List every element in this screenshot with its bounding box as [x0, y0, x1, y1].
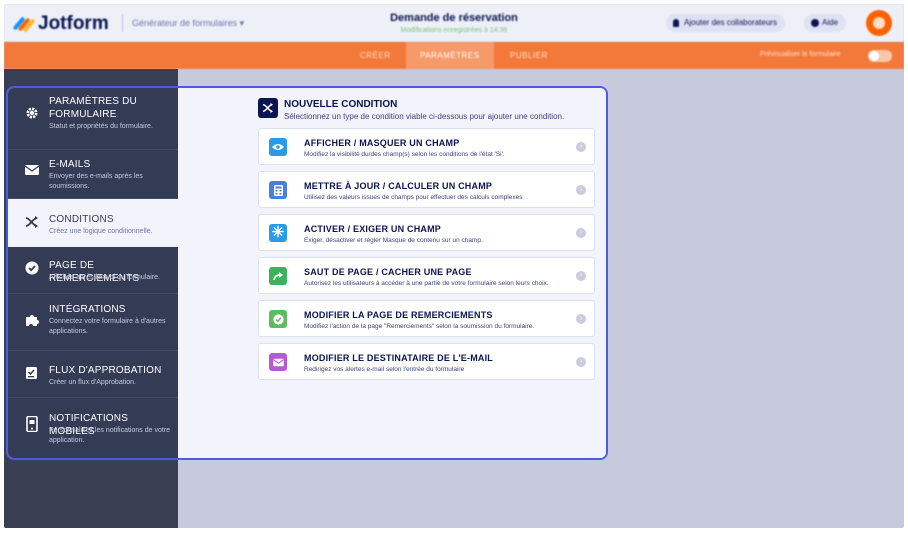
builder-label: Générateur de formulaires — [132, 18, 238, 28]
mobile-icon — [24, 415, 40, 433]
new-condition-title: NOUVELLE CONDITION — [284, 99, 398, 110]
chevron-right-icon: › — [576, 271, 586, 281]
shuffle-icon — [24, 216, 40, 232]
menu-item-conditions[interactable]: CONDITIONS Créez une logique conditionne… — [8, 199, 178, 247]
skip-arrow-icon — [269, 267, 287, 285]
eye-icon — [269, 138, 287, 156]
chevron-right-icon: › — [576, 228, 586, 238]
menu-item-integrations[interactable]: INTÉGRATIONS Connectez votre formulaire … — [8, 294, 178, 351]
conditions-content: NOUVELLE CONDITION Sélectionnez un type … — [178, 88, 606, 458]
condition-change-email-recipient[interactable]: MODIFIER LE DESTINATAIRE DE L'E-MAIL Red… — [258, 343, 595, 380]
menu-item-desc: Créer un flux d'Approbation. — [49, 379, 136, 386]
menu-item-desc: Envoyer des e-mails après les soumission… — [49, 173, 143, 190]
menu-item-desc: Connectez votre formulaire à d'autres ap… — [49, 318, 166, 335]
new-condition-subtitle: Sélectionnez un type de condition viable… — [284, 112, 565, 121]
tab-bar: CRÉER PARAMÈTRES PUBLIER Prévisualiser l… — [4, 42, 904, 69]
settings-panel: PARAMÈTRES DU FORMULAIRE Statut et propr… — [6, 86, 608, 460]
top-bar: Jotform Générateur de formulaires ▾ Dema… — [4, 4, 904, 42]
tab-publish[interactable]: PUBLIER — [510, 42, 548, 69]
form-title[interactable]: Demande de réservation — [304, 12, 604, 24]
envelope-icon — [24, 164, 40, 180]
menu-item-title: CONDITIONS — [49, 214, 114, 225]
menu-item-emails[interactable]: E-MAILS Envoyer des e-mails après les so… — [8, 150, 178, 199]
tab-create[interactable]: CRÉER — [360, 42, 391, 69]
condition-title: MODIFIER LE DESTINATAIRE DE L'E-MAIL — [304, 353, 494, 363]
condition-enable-require-field[interactable]: ✳ ACTIVER / EXIGER UN CHAMP Exiger, désa… — [258, 214, 595, 251]
menu-item-title: FLUX D'APPROBATION — [49, 365, 162, 376]
app-window: Jotform Générateur de formulaires ▾ Dema… — [4, 4, 904, 528]
check-circle-icon — [269, 310, 287, 328]
jotform-logo[interactable]: Jotform — [12, 13, 109, 35]
puzzle-icon — [24, 313, 40, 329]
menu-item-mobile-notifications[interactable]: NOTIFICATIONS MOBILES Personnalisez les … — [8, 398, 178, 458]
condition-desc: Autorisez les utilisateurs à accéder à u… — [304, 280, 549, 287]
builder-dropdown[interactable]: Générateur de formulaires ▾ — [132, 18, 244, 29]
condition-desc: Modifiez la visibilité du/des champ(s) s… — [304, 151, 505, 158]
jotform-logo-icon — [12, 14, 36, 34]
menu-item-desc: Affichée après l'envoi du formulaire. — [49, 274, 160, 281]
condition-desc: Exiger, désactiver et régler Masque de c… — [304, 237, 483, 244]
condition-update-calculate-field[interactable]: METTRE À JOUR / CALCULER UN CHAMP Utilis… — [258, 171, 595, 208]
calculator-icon — [269, 181, 287, 199]
save-status: Modifications enregistrées à 14:36 — [400, 27, 508, 34]
logo-text: Jotform — [38, 13, 109, 34]
preview-toggle[interactable] — [868, 50, 892, 62]
asterisk-icon: ✳ — [269, 224, 287, 242]
chevron-right-icon: › — [576, 142, 586, 152]
menu-item-desc: Statut et propriétés du formulaire. — [49, 123, 153, 130]
menu-item-thank-you-page[interactable]: PAGE DE REMERCIEMENTS Affichée après l'e… — [8, 247, 178, 294]
condition-title: ACTIVER / EXIGER UN CHAMP — [304, 224, 442, 234]
chevron-right-icon: › — [576, 185, 586, 195]
tab-settings[interactable]: PARAMÈTRES — [406, 42, 494, 69]
condition-desc: Utilisez des valeurs issues de champs po… — [304, 194, 523, 201]
condition-desc: Redirigez vos alertes e-mail selon l'ent… — [304, 366, 465, 373]
menu-item-title: E-MAILS — [49, 159, 91, 170]
menu-item-desc: Créez une logique conditionnelle. — [49, 228, 153, 235]
settings-menu: PARAMÈTRES DU FORMULAIRE Statut et propr… — [8, 88, 178, 458]
condition-skip-hide-page[interactable]: SAUT DE PAGE / CACHER UNE PAGE Autorisez… — [258, 257, 595, 294]
divider — [122, 14, 123, 32]
avatar[interactable] — [866, 10, 892, 36]
chevron-right-icon: › — [576, 357, 586, 367]
condition-title: SAUT DE PAGE / CACHER UNE PAGE — [304, 267, 472, 277]
chevron-down-icon: ▾ — [239, 18, 245, 28]
condition-show-hide-field[interactable]: AFFICHER / MASQUER UN CHAMP Modifiez la … — [258, 128, 595, 165]
menu-item-title: PARAMÈTRES DU FORMULAIRE — [49, 96, 137, 120]
envelope-icon — [269, 353, 287, 371]
menu-item-desc: Personnalisez les notifications de votre… — [49, 427, 171, 444]
condition-desc: Modifiez l'action de la page "Remercieme… — [304, 323, 535, 330]
condition-title: AFFICHER / MASQUER UN CHAMP — [304, 138, 460, 148]
add-collaborators-button[interactable]: Ajouter des collaborateurs — [666, 14, 785, 32]
condition-title: MODIFIER LA PAGE DE REMERCIEMENTS — [304, 310, 493, 320]
check-circle-icon — [24, 261, 40, 277]
gear-icon — [24, 106, 40, 122]
menu-item-approval-flows[interactable]: FLUX D'APPROBATION Créer un flux d'Appro… — [8, 351, 178, 398]
approval-icon — [24, 366, 40, 382]
chevron-right-icon: › — [576, 314, 586, 324]
shuffle-icon — [258, 98, 278, 118]
help-button[interactable]: Aide — [804, 14, 847, 32]
preview-label: Prévisualiser le formulaire — [760, 51, 841, 58]
menu-item-form-settings[interactable]: PARAMÈTRES DU FORMULAIRE Statut et propr… — [8, 88, 178, 150]
menu-item-title: INTÉGRATIONS — [49, 304, 126, 315]
condition-title: METTRE À JOUR / CALCULER UN CHAMP — [304, 181, 493, 191]
condition-change-thank-you-page[interactable]: MODIFIER LA PAGE DE REMERCIEMENTS Modifi… — [258, 300, 595, 337]
